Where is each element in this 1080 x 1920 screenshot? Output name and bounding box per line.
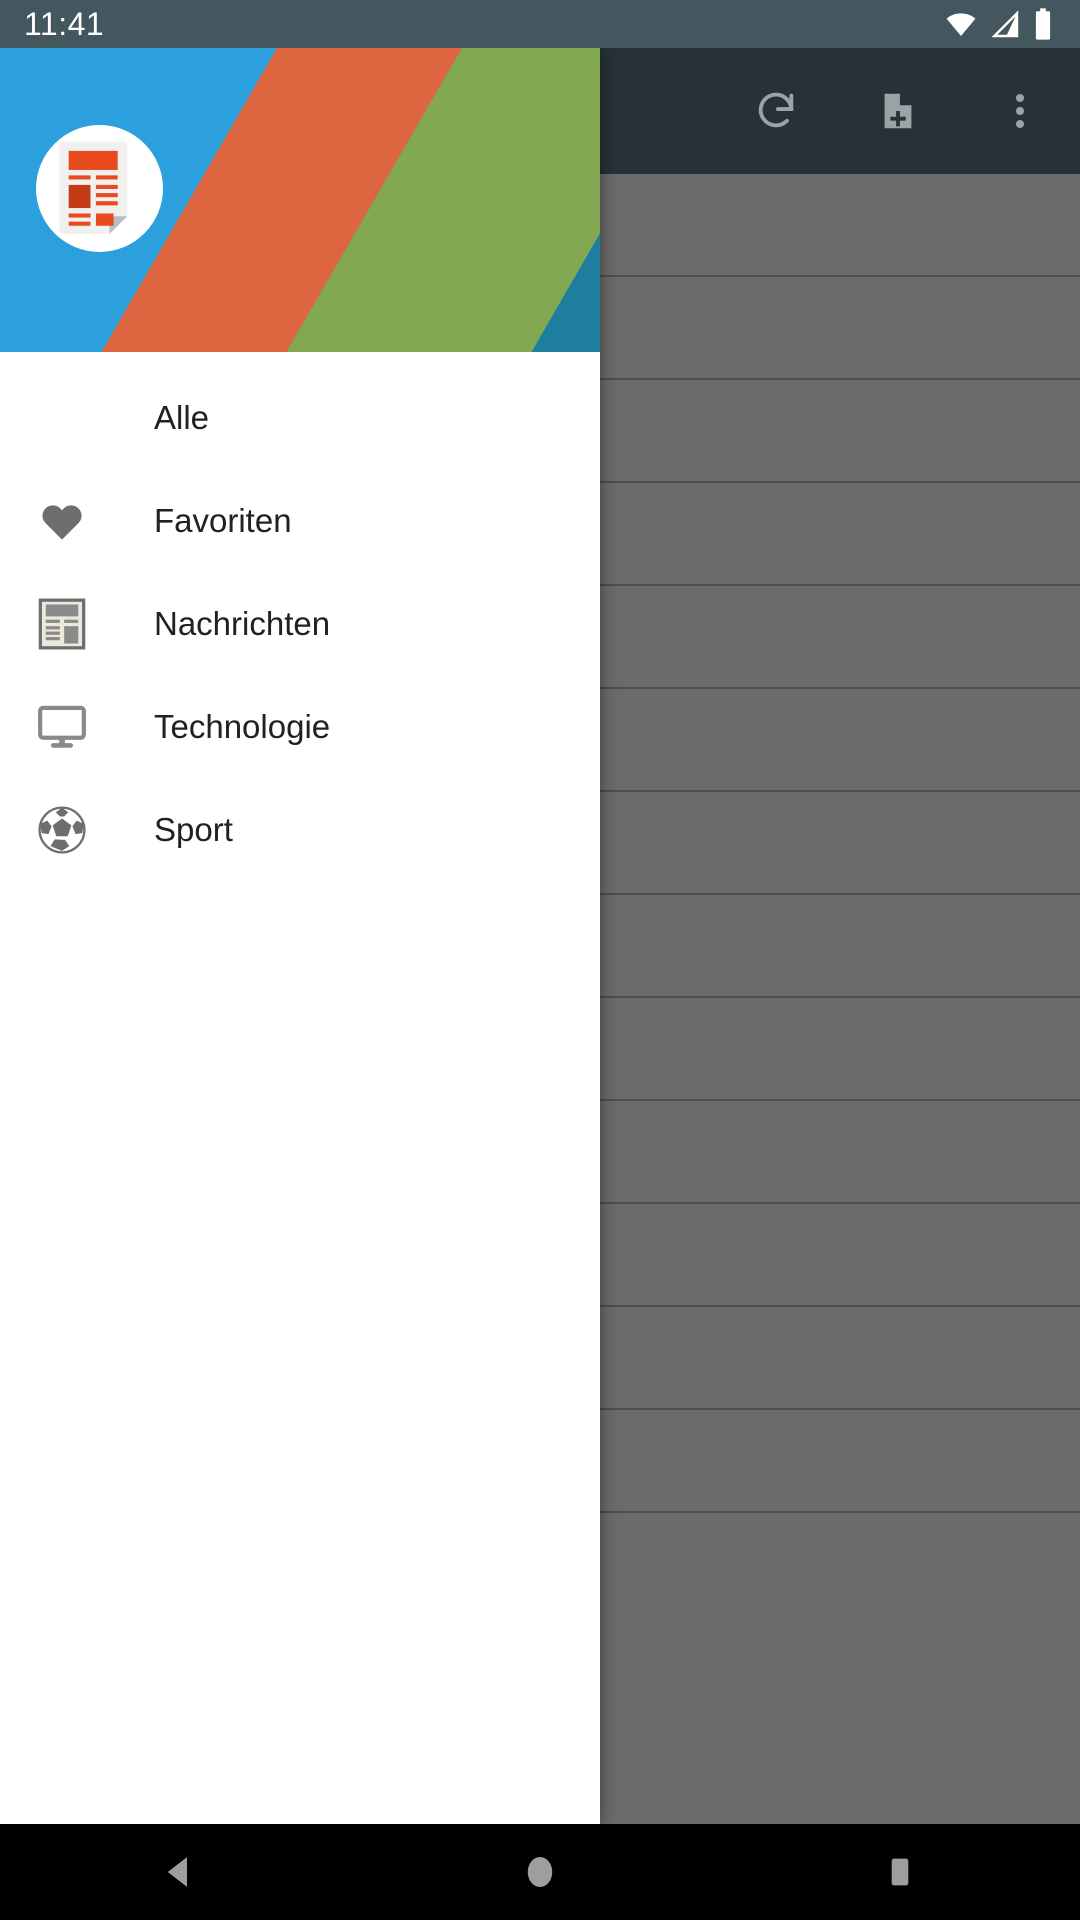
drawer-item-technologie[interactable]: Technologie: [0, 675, 600, 778]
nav-home-button[interactable]: [360, 1851, 720, 1893]
newspaper-icon: [36, 598, 88, 650]
nav-recents-button[interactable]: [720, 1852, 1080, 1892]
drawer-item-label: Technologie: [154, 708, 331, 745]
drawer-item-nachrichten[interactable]: Nachrichten: [0, 572, 600, 675]
drawer-item-sport[interactable]: Sport: [0, 778, 600, 881]
cellular-signal-icon: [991, 10, 1019, 38]
back-triangle-icon: [167, 1857, 187, 1887]
heart-icon: [36, 495, 88, 547]
system-navigation-bar: [0, 1824, 1080, 1920]
wifi-icon: [946, 13, 976, 37]
nav-back-button[interactable]: [0, 1851, 360, 1893]
battery-icon: [1035, 8, 1051, 40]
status-icons: [944, 7, 1054, 41]
home-circle-icon: [527, 1856, 553, 1888]
newspaper-document-icon: [58, 140, 127, 234]
drawer-item-label: Sport: [154, 811, 233, 848]
drawer-item-label: Alle: [154, 399, 210, 436]
soccer-ball-icon: [36, 804, 88, 856]
recents-square-icon: [891, 1858, 909, 1886]
drawer-item-label: Favoriten: [154, 502, 292, 539]
monitor-icon: [36, 701, 88, 753]
drawer-header: [0, 48, 600, 352]
navigation-drawer: Alle Favoriten Nachrichten Technologie S…: [0, 48, 600, 1824]
status-bar: 11:41: [0, 0, 1080, 48]
status-clock: 11:41: [24, 6, 105, 42]
app-logo: [36, 125, 163, 252]
drawer-item-alle[interactable]: Alle: [0, 366, 600, 469]
drawer-item-label: Nachrichten: [154, 605, 331, 642]
phone-screen: 11:41 Alle Favoriten Nachrichten Technol…: [0, 0, 1080, 1920]
drawer-item-favoriten[interactable]: Favoriten: [0, 469, 600, 572]
drawer-menu: Alle Favoriten Nachrichten Technologie S…: [0, 352, 600, 881]
